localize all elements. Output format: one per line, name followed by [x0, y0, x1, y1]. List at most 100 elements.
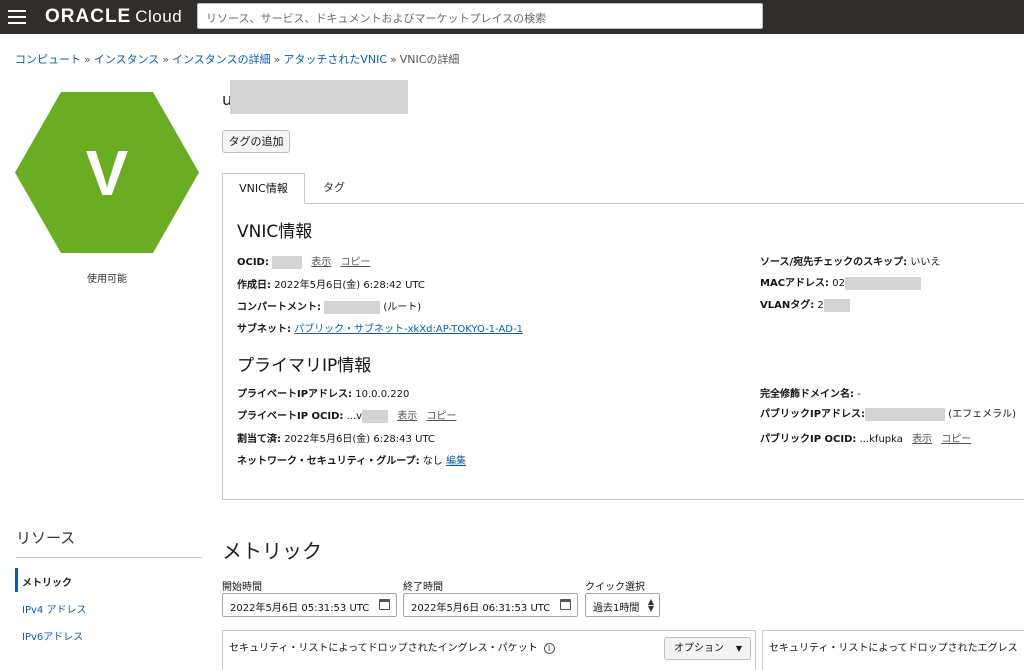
compartment-suffix: (ルート) [383, 302, 422, 313]
quick-select-dropdown[interactable]: 過去1時間 ▲ ▼ [585, 593, 660, 617]
assigned-row: 割当て済: 2022年5月6日(金) 6:28:43 UTC [237, 430, 435, 445]
resource-ipv4[interactable]: IPv4 アドレス [22, 601, 86, 616]
subnet-label: サブネット: [237, 324, 291, 335]
metric-card-title: セキュリティ・リストによってドロップされたイングレス・パケット i [229, 639, 555, 654]
logo-brand: ORACLE [45, 6, 132, 27]
fqdn-row: 完全修飾ドメイン名: - [760, 385, 861, 400]
assigned-label: 割当て済: [237, 434, 281, 445]
breadcrumb: コンピュート» インスタンス» インスタンスの詳細» アタッチされたVNIC» VNIC… [15, 53, 460, 66]
start-time-label: 開始時間 [222, 582, 262, 593]
private-ocid-copy-link[interactable]: コピー [426, 411, 456, 422]
ocid-copy-link[interactable]: コピー [340, 257, 370, 268]
fqdn-label: 完全修飾ドメイン名: [760, 389, 854, 400]
options-button[interactable]: オプション ▼ [664, 637, 751, 660]
start-time-field[interactable]: 2022年5月6日 05:31:53 UTC [222, 593, 397, 617]
start-time-value: 2022年5月6日 05:31:53 UTC [230, 603, 370, 614]
tab-vnic-info[interactable]: VNIC情報 [222, 173, 305, 204]
created-value: 2022年5月6日(金) 6:28:42 UTC [274, 280, 425, 291]
fqdn-value: - [857, 389, 861, 400]
subnet-link[interactable]: パブリック・サブネット-xkXd:AP-TOKYO-1-AD-1 [294, 324, 523, 335]
page-title: u [222, 80, 408, 114]
created-row: 作成日: 2022年5月6日(金) 6:28:42 UTC [237, 276, 425, 291]
src-dst-label: ソース/宛先チェックのスキップ: [760, 257, 908, 268]
redacted-mac [844, 276, 921, 290]
public-ip-row: パブリックIPアドレス: (エフェメラル) [760, 405, 1016, 421]
quick-select-label: クイック選択 [585, 582, 645, 593]
private-ocid-show-link[interactable]: 表示 [397, 411, 417, 422]
breadcrumb-current: VNICの詳細 [399, 53, 460, 66]
mac-row: MACアドレス: 02 [760, 274, 921, 290]
updown-chevron-icon: ▲ ▼ [647, 597, 654, 613]
nsg-edit-link[interactable]: 編集 [446, 456, 466, 467]
status-label: 使用可能 [87, 274, 127, 285]
metrics-heading: メトリック [222, 539, 322, 563]
logo-product: Cloud [135, 7, 183, 26]
vnic-hexagon-icon: V [15, 92, 199, 253]
breadcrumb-attached-vnics[interactable]: アタッチされたVNIC [283, 53, 387, 66]
calendar-icon[interactable] [560, 599, 571, 610]
private-ip-value: 10.0.0.220 [355, 389, 410, 400]
breadcrumb-compute[interactable]: コンピュート [15, 53, 81, 66]
redacted-compartment [324, 300, 381, 314]
ocid-show-link[interactable]: 表示 [311, 257, 331, 268]
redacted-ocid [272, 255, 303, 269]
end-time-label: 終了時間 [403, 582, 443, 593]
redacted-vlan [823, 298, 850, 312]
public-ocid-show-link[interactable]: 表示 [912, 434, 932, 445]
created-label: 作成日: [237, 280, 271, 291]
end-time-value: 2022年5月6日 06:31:53 UTC [411, 603, 551, 614]
subnet-row: サブネット: パブリック・サブネット-xkXd:AP-TOKYO-1-AD-1 [237, 320, 523, 335]
hexagon-letter: V [86, 137, 129, 209]
breadcrumb-instances[interactable]: インスタンス [94, 53, 160, 66]
resources-title: リソース [16, 529, 76, 547]
nsg-row: ネットワーク・セキュリティ・グループ: なし 編集 [237, 452, 466, 467]
public-ocid-row: パブリックIP OCID: ...kfupka 表示 コピー [760, 430, 971, 445]
search-input[interactable]: リソース、サービス、ドキュメントおよびマーケットプレイスの検索 [197, 3, 763, 29]
vlan-label: VLANタグ: [760, 300, 815, 311]
calendar-icon[interactable] [379, 599, 390, 610]
public-ip-label: パブリックIPアドレス: [760, 409, 866, 420]
breadcrumb-instance-details[interactable]: インスタンスの詳細 [172, 53, 271, 66]
public-ocid-copy-link[interactable]: コピー [941, 434, 971, 445]
caret-down-icon: ▼ [735, 644, 742, 653]
redacted-private-ocid [362, 409, 389, 423]
src-dst-value: いいえ [910, 257, 941, 268]
resources-active-indicator [15, 568, 18, 592]
vnic-info-heading: VNIC情報 [237, 222, 313, 242]
src-dst-row: ソース/宛先チェックのスキップ: いいえ [760, 253, 940, 268]
ocid-row: OCID: 表示 コピー [237, 253, 370, 269]
resource-metrics[interactable]: メトリック [22, 574, 72, 589]
oracle-cloud-logo[interactable]: ORACLE Cloud [45, 6, 182, 28]
resources-divider [16, 557, 202, 558]
hamburger-menu-icon[interactable] [8, 10, 26, 24]
tab-tags[interactable]: タグ [319, 173, 349, 204]
private-ip-label: プライベートIPアドレス: [237, 389, 353, 400]
resource-ipv6[interactable]: IPv6アドレス [22, 628, 83, 643]
primary-ip-heading: プライマリIP情報 [237, 356, 372, 376]
private-ocid-label: プライベートIP OCID: [237, 411, 344, 422]
quick-select-value: 過去1時間 [593, 603, 640, 614]
nsg-value: なし [422, 456, 443, 467]
metric-card-ingress: セキュリティ・リストによってドロップされたイングレス・パケット i オプション ▼ [222, 630, 756, 670]
public-ocid-label: パブリックIP OCID: [760, 434, 857, 445]
compartment-label: コンパートメント: [237, 302, 321, 313]
nsg-label: ネットワーク・セキュリティ・グループ: [237, 456, 420, 467]
private-ip-row: プライベートIPアドレス: 10.0.0.220 [237, 385, 409, 400]
private-ocid-prefix: ...v [346, 411, 363, 422]
mac-label: MACアドレス: [760, 278, 830, 289]
mac-prefix: 02 [832, 278, 845, 289]
ocid-label: OCID: [237, 257, 269, 268]
vlan-row: VLANタグ: 2 [760, 296, 850, 312]
assigned-value: 2022年5月6日(金) 6:28:43 UTC [284, 434, 435, 445]
compartment-row: コンパートメント: (ルート) [237, 298, 421, 314]
top-bar: ORACLE Cloud リソース、サービス、ドキュメントおよびマーケットプレイス… [0, 0, 1024, 34]
metric-card-egress: セキュリティ・リストによってドロップされたエグレス [762, 630, 1024, 670]
redacted-public-ip [865, 407, 946, 421]
private-ocid-row: プライベートIP OCID: ...v 表示 コピー [237, 407, 456, 423]
end-time-field[interactable]: 2022年5月6日 06:31:53 UTC [403, 593, 578, 617]
metric-card-title-egress: セキュリティ・リストによってドロップされたエグレス [769, 643, 1018, 654]
public-ip-suffix: (エフェメラル) [948, 409, 1017, 420]
add-tag-button[interactable]: タグの追加 [222, 130, 290, 153]
public-ocid-value: ...kfupka [859, 434, 903, 445]
info-icon[interactable]: i [543, 642, 555, 654]
